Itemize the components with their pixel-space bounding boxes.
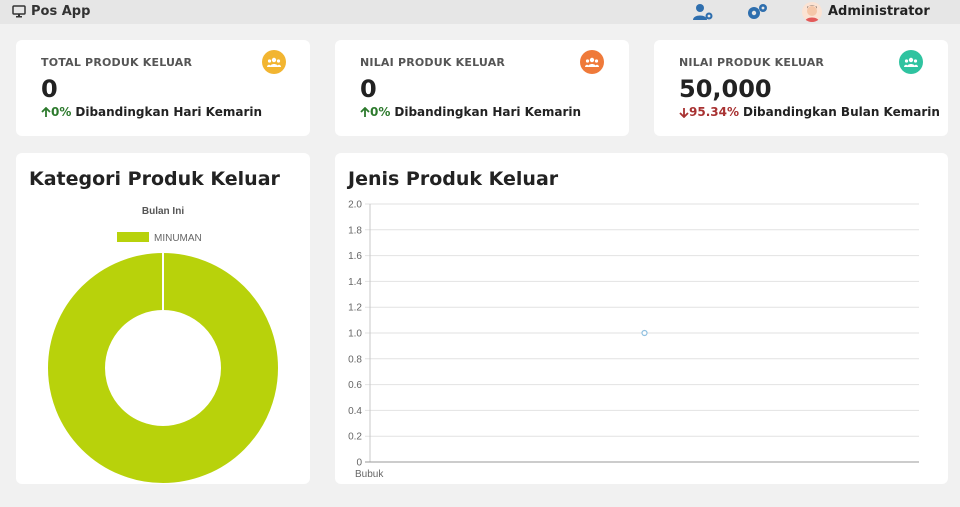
stat-title: NILAI PRODUK KELUAR — [360, 56, 506, 69]
y-tick-label: 1.4 — [348, 277, 362, 288]
stat-title: NILAI PRODUK KELUAR — [679, 56, 825, 69]
stat-value: 0 — [41, 75, 58, 103]
legend-swatch[interactable] — [117, 232, 149, 242]
arrow-down-icon — [679, 107, 689, 118]
line-chart: 0 0.2 0.4 0.6 0.8 1.0 1.2 1.4 1.6 1.8 2.0 Bubuk — [348, 200, 919, 480]
stat-comparison-text: Dibandingkan Hari Kemarin — [394, 105, 582, 119]
category-panel: Kategori Produk Keluar Bulan Ini MINUMAN — [16, 153, 310, 484]
stat-card-value-monthly: NILAI PRODUK KELUAR 50,000 95.34% Diband… — [654, 40, 948, 136]
arrow-up-icon — [41, 106, 51, 117]
y-tick-label: 0.6 — [348, 380, 362, 391]
stat-change: 95.34% — [689, 105, 739, 119]
y-tick-label: 0.2 — [348, 432, 362, 443]
data-point[interactable] — [641, 329, 648, 337]
y-tick-label: 0 — [356, 458, 362, 469]
stat-comparison-text: Dibandingkan Hari Kemarin — [75, 105, 263, 119]
app-brand[interactable]: Pos App — [12, 4, 90, 19]
stat-value: 0 — [360, 75, 377, 103]
x-tick-label: Bubuk — [355, 469, 384, 480]
y-tick-label: 0.4 — [348, 406, 362, 417]
user-name[interactable]: Administrator — [828, 4, 930, 19]
monitor-icon — [12, 5, 26, 18]
stat-card-total: TOTAL PRODUK KELUAR 0 0% Dibandingkan Ha… — [16, 40, 310, 136]
stat-comparison: 0% Dibandingkan Hari Kemarin — [41, 105, 262, 119]
donut-chart: Bulan Ini MINUMAN — [48, 206, 278, 483]
legend-label[interactable]: MINUMAN — [154, 233, 202, 244]
stat-comparison-text: Dibandingkan Bulan Kemarin — [742, 105, 940, 119]
users-icon — [585, 57, 599, 67]
top-bar: Pos App Administrator — [0, 0, 960, 24]
y-tick-label: 1.2 — [348, 303, 362, 314]
y-tick-label: 1.8 — [348, 225, 362, 236]
chart-title: Bulan Ini — [142, 206, 184, 217]
arrow-up-icon — [360, 106, 370, 117]
user-cog-icon[interactable] — [692, 3, 714, 21]
stat-badge — [580, 50, 604, 74]
y-tick-label: 1.6 — [348, 251, 362, 262]
stat-value: 50,000 — [679, 75, 772, 103]
stat-change: 0% — [370, 105, 391, 119]
users-icon — [267, 57, 281, 67]
y-tick-label: 1.0 — [348, 329, 362, 340]
y-tick-label: 2.0 — [348, 200, 362, 211]
stat-badge — [899, 50, 923, 74]
stat-title: TOTAL PRODUK KELUAR — [41, 56, 193, 69]
users-icon — [904, 57, 918, 67]
cogs-icon[interactable] — [746, 3, 768, 21]
type-panel: Jenis Produk Keluar 0 0.2 0.4 0.6 0.8 1.0 1.2 1… — [335, 153, 948, 484]
stat-comparison: 0% Dibandingkan Hari Kemarin — [360, 105, 581, 119]
avatar[interactable] — [802, 2, 822, 22]
y-tick-label: 0.8 — [348, 354, 362, 365]
stat-badge — [262, 50, 286, 74]
avatar-icon — [805, 5, 819, 22]
stat-card-value-daily: NILAI PRODUK KELUAR 0 0% Dibandingkan Ha… — [335, 40, 629, 136]
app-title: Pos App — [31, 4, 91, 19]
stat-comparison: 95.34% Dibandingkan Bulan Kemarin — [679, 105, 940, 119]
stat-change: 0% — [51, 105, 72, 119]
